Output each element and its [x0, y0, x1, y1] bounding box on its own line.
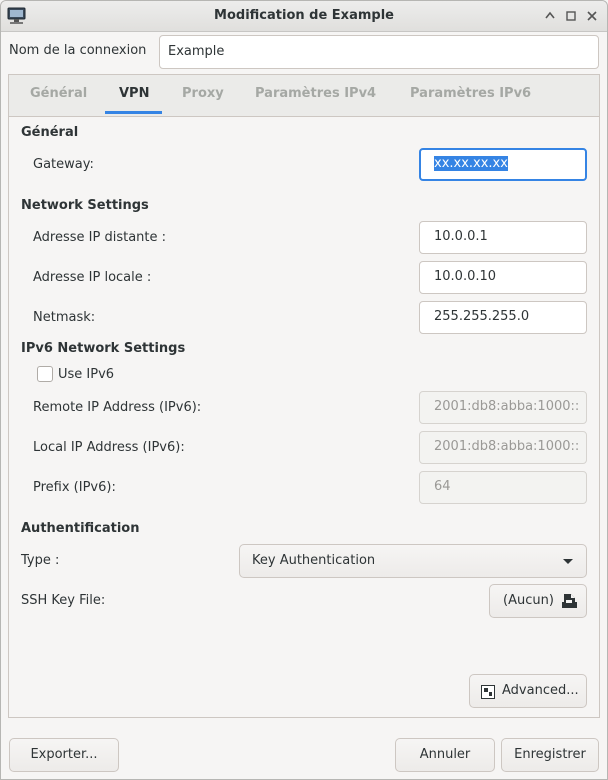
remote-ipv6-label: Remote IP Address (IPv6): [33, 400, 202, 415]
save-button[interactable]: Enregistrer [501, 738, 599, 772]
advanced-button[interactable]: Advanced... [469, 674, 587, 708]
close-button[interactable] [583, 7, 601, 25]
close-icon [587, 11, 597, 21]
network-settings-heading: Network Settings [21, 198, 149, 213]
prefix-ipv6-label: Prefix (IPv6): [33, 480, 116, 495]
dropdown-arrow-icon [563, 559, 573, 564]
use-ipv6-checkbox[interactable] [37, 366, 53, 382]
tab-general[interactable]: Général [30, 86, 87, 101]
tab-ipv6[interactable]: Paramètres IPv6 [410, 86, 531, 101]
authentication-heading: Authentification [21, 521, 140, 536]
auth-type-value: Key Authentication [252, 553, 376, 568]
preferences-icon [481, 685, 495, 699]
dialog-window: Modification de Example Nom de la connex… [0, 0, 608, 780]
title-bar: Modification de Example [1, 1, 607, 32]
netmask-label: Netmask: [33, 310, 96, 325]
tab-ipv4[interactable]: Paramètres IPv4 [255, 86, 376, 101]
ssh-key-file-button[interactable]: (Aucun) [489, 584, 587, 618]
general-heading: Général [21, 125, 79, 140]
remote-ip-label: Adresse IP distante : [33, 230, 167, 245]
auth-type-dropdown[interactable]: Key Authentication [239, 544, 587, 578]
gateway-input[interactable]: xx.xx.xx.xx [419, 148, 587, 181]
maximize-button[interactable] [562, 7, 580, 25]
active-tab-indicator [105, 111, 162, 114]
ssh-key-label: SSH Key File: [21, 593, 106, 608]
local-ip-input[interactable]: 10.0.0.10 [419, 261, 587, 294]
ssh-key-value: (Aucun) [503, 593, 554, 608]
up-arrow-icon [545, 11, 555, 19]
ipv6-settings-heading: IPv6 Network Settings [21, 341, 186, 356]
connection-name-input[interactable]: Example [159, 35, 599, 69]
remote-ip-input[interactable]: 10.0.0.1 [419, 221, 587, 254]
local-ipv6-input[interactable]: 2001:db8:abba:1000:: [419, 431, 587, 464]
netmask-input[interactable]: 255.255.255.0 [419, 301, 587, 334]
auth-type-label: Type : [21, 553, 60, 568]
maximize-icon [566, 11, 576, 21]
gateway-label: Gateway: [33, 157, 94, 172]
connection-name-label: Nom de la connexion [9, 43, 147, 58]
advanced-label: Advanced... [502, 683, 579, 698]
keep-above-button[interactable] [541, 7, 559, 25]
gateway-value: xx.xx.xx.xx [434, 156, 508, 171]
document-open-icon [562, 594, 577, 608]
prefix-ipv6-input[interactable]: 64 [419, 471, 587, 504]
tab-proxy[interactable]: Proxy [182, 86, 224, 101]
use-ipv6-label[interactable]: Use IPv6 [58, 367, 114, 382]
local-ipv6-label: Local IP Address (IPv6): [33, 440, 185, 455]
remote-ipv6-input[interactable]: 2001:db8:abba:1000:: [419, 391, 587, 424]
cancel-button[interactable]: Annuler [395, 738, 495, 772]
window-title: Modification de Example [214, 8, 394, 23]
tab-bar: Général VPN Proxy Paramètres IPv4 Paramè… [9, 75, 599, 117]
tab-vpn[interactable]: VPN [119, 86, 149, 101]
export-button[interactable]: Exporter... [9, 738, 119, 772]
local-ip-label: Adresse IP locale : [33, 270, 152, 285]
